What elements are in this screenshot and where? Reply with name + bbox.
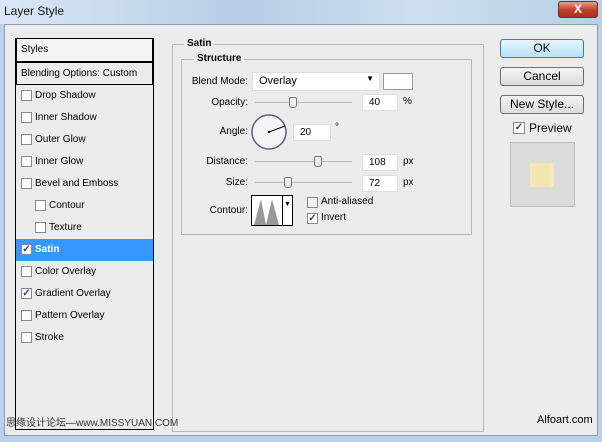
anti-aliased-label: Anti-aliased [321, 196, 374, 207]
blend-mode-value: Overlay [259, 75, 297, 87]
style-item-label: Stroke [35, 332, 64, 343]
checkmark-icon: ✓ [308, 213, 317, 224]
invert-label: Invert [321, 212, 347, 223]
anti-aliased-checkbox[interactable] [307, 197, 318, 208]
new-style-button[interactable]: New Style... [500, 95, 584, 114]
size-label: Size: [225, 177, 248, 188]
preview-thumbnail [510, 142, 575, 207]
checkmark-icon: ✓ [22, 244, 31, 255]
style-checkbox[interactable]: ✓ [21, 288, 32, 299]
preview-label: Preview [529, 121, 572, 135]
angle-unit: ° [335, 122, 339, 133]
satin-title: Satin [184, 38, 215, 49]
watermark-right: Alfoart.com [537, 414, 593, 426]
distance-input[interactable]: 108 [362, 154, 398, 171]
invert-checkbox[interactable]: ✓ [307, 213, 318, 224]
slider-thumb[interactable] [314, 156, 322, 167]
style-item-label: Satin [35, 244, 60, 255]
blend-mode-label: Blend Mode: [191, 76, 248, 87]
style-item-label: Drop Shadow [35, 90, 96, 101]
opacity-input[interactable]: 40 [362, 94, 398, 111]
contour-picker[interactable]: ▼ [251, 195, 293, 226]
styles-list: Styles Blending Options: Custom Drop Shad… [15, 38, 154, 430]
style-item-contour[interactable]: Contour [16, 195, 153, 217]
style-checkbox[interactable] [21, 310, 32, 321]
contour-label: Contour: [209, 205, 248, 216]
style-checkbox[interactable] [21, 332, 32, 343]
style-item-drop-shadow[interactable]: Drop Shadow [16, 85, 153, 107]
checkmark-icon: ✓ [514, 122, 524, 133]
watermark-left: 思缘设计论坛—www.MISSYUAN.COM [6, 418, 179, 429]
style-item-label: Inner Shadow [35, 112, 97, 123]
close-button[interactable]: X [558, 1, 598, 18]
style-item-label: Texture [49, 222, 82, 233]
style-item-gradient-overlay[interactable]: ✓ Gradient Overlay [16, 283, 153, 305]
slider-thumb[interactable] [289, 97, 297, 108]
distance-label: Distance: [206, 156, 248, 167]
style-checkbox[interactable] [35, 200, 46, 211]
style-checkbox[interactable] [35, 222, 46, 233]
cancel-button[interactable]: Cancel [500, 67, 584, 86]
ok-button[interactable]: OK [500, 39, 584, 58]
contour-curve-icon [254, 199, 279, 225]
style-item-blending-options-custom[interactable]: Blending Options: Custom [16, 62, 153, 85]
style-item-label: Inner Glow [35, 156, 84, 167]
style-checkbox[interactable]: ✓ [21, 244, 32, 255]
styles-header: Styles [16, 38, 153, 62]
angle-dial[interactable] [250, 113, 288, 151]
angle-input[interactable]: 20 [293, 124, 331, 141]
opacity-slider[interactable] [255, 97, 352, 108]
blend-mode-select[interactable]: Overlay ▼ [252, 72, 380, 91]
style-item-stroke[interactable]: Stroke [16, 327, 153, 349]
style-item-label: Pattern Overlay [35, 310, 105, 321]
chevron-down-icon: ▼ [284, 201, 291, 208]
style-checkbox[interactable] [21, 134, 32, 145]
style-checkbox[interactable] [21, 266, 32, 277]
size-unit: px [403, 177, 414, 188]
opacity-label: Opacity: [211, 97, 248, 108]
angle-label: Angle: [219, 126, 248, 137]
window-title: Layer Style [4, 4, 65, 18]
distance-unit: px [403, 156, 414, 167]
style-checkbox[interactable] [21, 178, 32, 189]
slider-thumb[interactable] [284, 177, 292, 188]
style-checkbox[interactable] [21, 90, 32, 101]
style-item-label: Outer Glow [35, 134, 86, 145]
style-checkbox[interactable] [21, 156, 32, 167]
style-item-label: Gradient Overlay [35, 288, 111, 299]
distance-slider[interactable] [255, 156, 352, 167]
style-item-label: Blending Options: Custom [21, 68, 138, 79]
opacity-unit: % [403, 96, 412, 107]
size-slider[interactable] [255, 177, 352, 188]
chevron-down-icon: ▼ [366, 74, 374, 83]
style-item-bevel-and-emboss[interactable]: Bevel and Emboss [16, 173, 153, 195]
style-item-texture[interactable]: Texture [16, 217, 153, 239]
blend-color-swatch[interactable] [383, 73, 413, 90]
style-item-label: Contour [49, 200, 85, 211]
style-item-inner-shadow[interactable]: Inner Shadow [16, 107, 153, 129]
style-item-outer-glow[interactable]: Outer Glow [16, 129, 153, 151]
style-item-inner-glow[interactable]: Inner Glow [16, 151, 153, 173]
preview-checkbox[interactable]: ✓ [513, 122, 525, 134]
style-item-label: Color Overlay [35, 266, 97, 277]
checkmark-icon: ✓ [22, 288, 31, 299]
style-item-satin[interactable]: ✓ Satin [16, 239, 153, 261]
style-item-pattern-overlay[interactable]: Pattern Overlay [16, 305, 153, 327]
title-bar: Layer Style X [0, 0, 602, 24]
structure-title: Structure [194, 53, 245, 64]
style-checkbox[interactable] [21, 112, 32, 123]
size-input[interactable]: 72 [362, 175, 398, 192]
style-item-label: Bevel and Emboss [35, 178, 119, 189]
style-item-color-overlay[interactable]: Color Overlay [16, 261, 153, 283]
preview-swatch [530, 163, 554, 187]
